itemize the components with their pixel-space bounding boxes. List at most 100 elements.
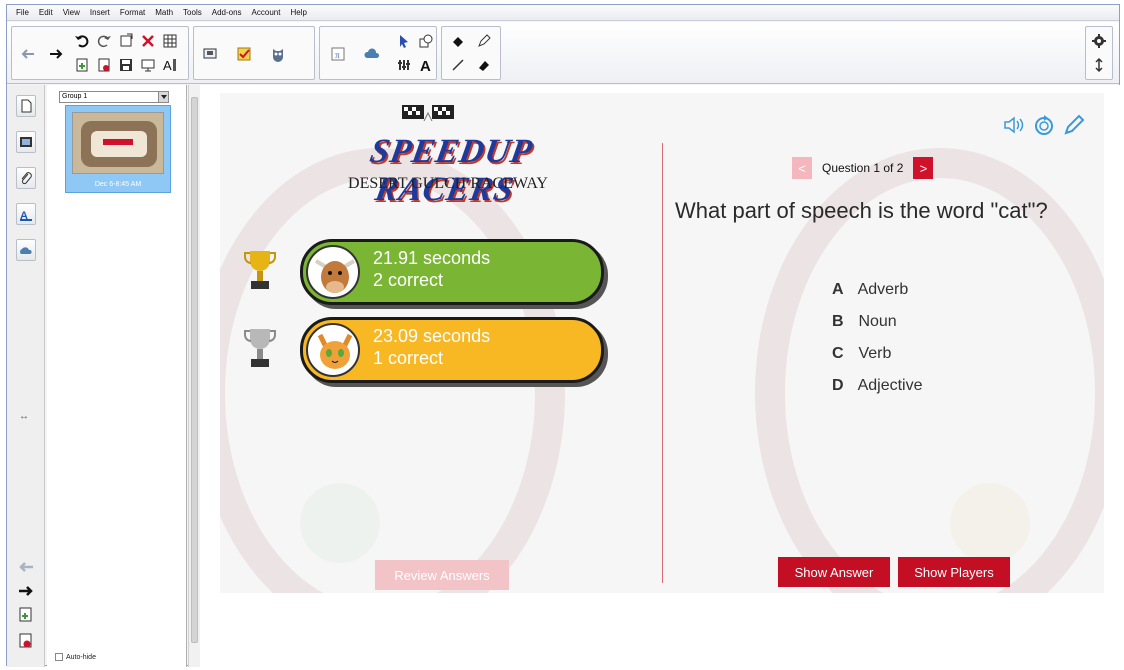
svg-text:π: π bbox=[335, 50, 340, 60]
left-toolbar: A ↔ bbox=[7, 85, 45, 667]
thumbnail-image bbox=[72, 112, 164, 174]
save-icon[interactable] bbox=[116, 55, 136, 75]
page-thumbnail[interactable]: Dec 6-8:45 AM bbox=[65, 105, 171, 193]
question-tools bbox=[1002, 113, 1086, 137]
page-icon[interactable] bbox=[16, 95, 36, 117]
answer-option-a[interactable]: A Adverb bbox=[832, 281, 908, 299]
forward-arrow-icon[interactable] bbox=[46, 44, 66, 64]
question-counter: Question 1 of 2 bbox=[822, 161, 904, 175]
show-answer-button[interactable]: Show Answer bbox=[778, 557, 890, 587]
answer-text: Adjective bbox=[857, 377, 923, 394]
speaker-icon[interactable] bbox=[1002, 113, 1026, 137]
insert-page-icon[interactable] bbox=[72, 55, 92, 75]
show-players-button[interactable]: Show Players bbox=[898, 557, 1010, 587]
toolbar-group-settings bbox=[1085, 26, 1113, 80]
shape-icon[interactable] bbox=[416, 31, 436, 51]
text-icon[interactable]: A bbox=[416, 55, 436, 75]
menu-tools[interactable]: Tools bbox=[178, 5, 207, 21]
toolbar-group-insert bbox=[193, 26, 315, 80]
autohide-checkbox[interactable] bbox=[55, 653, 63, 661]
table-icon[interactable] bbox=[160, 31, 180, 51]
menu-file[interactable]: File bbox=[11, 5, 34, 21]
answer-option-b[interactable]: B Noun bbox=[832, 313, 897, 331]
menu-edit[interactable]: Edit bbox=[34, 5, 58, 21]
svg-text:A: A bbox=[420, 58, 431, 73]
screen-icon[interactable] bbox=[138, 55, 158, 75]
pointer-icon[interactable] bbox=[394, 31, 414, 51]
cat-avatar-icon bbox=[306, 323, 360, 377]
bull-avatar-icon bbox=[306, 245, 360, 299]
checklist-icon[interactable] bbox=[234, 44, 254, 64]
image-icon[interactable] bbox=[16, 131, 36, 153]
left-back-arrow-icon[interactable] bbox=[17, 559, 35, 580]
autohide-label: Auto-hide bbox=[66, 653, 96, 661]
delete-icon[interactable] bbox=[138, 31, 158, 51]
pencil-icon[interactable] bbox=[1062, 113, 1086, 137]
toolbar-group-tools: π A bbox=[319, 26, 437, 80]
menu-addons[interactable]: Add-ons bbox=[207, 5, 247, 21]
menu-math[interactable]: Math bbox=[150, 5, 178, 21]
attachment-icon[interactable] bbox=[16, 167, 36, 189]
pen-icon[interactable] bbox=[474, 31, 494, 51]
equalizer-icon[interactable] bbox=[394, 55, 414, 75]
eraser-icon[interactable] bbox=[474, 55, 494, 75]
new-page-icon[interactable] bbox=[116, 31, 136, 51]
expand-icon[interactable] bbox=[1089, 55, 1109, 75]
resize-arrows-icon[interactable]: ↔ bbox=[19, 411, 29, 422]
menu-help[interactable]: Help bbox=[285, 5, 311, 21]
result-2-time: 23.09 seconds bbox=[373, 326, 491, 346]
app-window: File Edit View Insert Format Math Tools … bbox=[6, 4, 1120, 667]
answer-option-c[interactable]: C Verb bbox=[832, 345, 891, 363]
menu-format[interactable]: Format bbox=[115, 5, 150, 21]
answer-text: Adverb bbox=[857, 281, 909, 298]
menu-account[interactable]: Account bbox=[247, 5, 286, 21]
menu-view[interactable]: View bbox=[58, 5, 85, 21]
autohide-toggle[interactable]: Auto-hide bbox=[55, 653, 96, 661]
thumbnail-time: Dec 6-8:45 AM bbox=[94, 181, 142, 188]
answer-letter: C bbox=[832, 345, 844, 362]
logo-subtitle: DESERT GULCH RACEWAY bbox=[348, 175, 548, 192]
result-1-time: 21.91 seconds bbox=[373, 248, 491, 268]
line-icon[interactable] bbox=[448, 55, 468, 75]
answer-text: Verb bbox=[858, 345, 892, 362]
left-remove-page-icon[interactable] bbox=[19, 633, 33, 654]
answer-option-d[interactable]: D Adjective bbox=[832, 377, 922, 395]
group-select-value: Group 1 bbox=[62, 93, 88, 100]
group-select[interactable]: Group 1 bbox=[59, 91, 169, 103]
remove-page-icon[interactable] bbox=[94, 55, 114, 75]
canvas-area: SPEEDUP RACERS DESERT GULCH RACEWAY 21.9… bbox=[200, 85, 1120, 667]
chevron-down-icon[interactable] bbox=[158, 92, 168, 102]
present-icon[interactable] bbox=[200, 44, 220, 64]
left-insert-page-icon[interactable] bbox=[19, 607, 33, 628]
left-forward-arrow-icon[interactable] bbox=[17, 583, 35, 604]
answer-letter: D bbox=[832, 377, 844, 394]
back-arrow-icon[interactable] bbox=[18, 44, 38, 64]
panel-divider bbox=[662, 143, 663, 583]
result-1-correct: 2 correct bbox=[373, 270, 444, 290]
menu-insert[interactable]: Insert bbox=[85, 5, 115, 21]
settings-icon[interactable] bbox=[1089, 31, 1109, 51]
redo-icon[interactable] bbox=[94, 31, 114, 51]
answer-letter: B bbox=[832, 313, 844, 330]
question-text: What part of speech is the word "cat"? bbox=[675, 198, 1048, 223]
next-question-button[interactable]: > bbox=[913, 157, 934, 179]
question-navigator: < Question 1 of 2 > bbox=[792, 157, 934, 179]
text-tool-icon[interactable]: A bbox=[160, 55, 180, 75]
undo-icon[interactable] bbox=[72, 31, 92, 51]
previous-question-button[interactable]: < bbox=[792, 157, 812, 179]
refresh-icon[interactable] bbox=[1032, 113, 1056, 137]
review-answers-button[interactable]: Review Answers bbox=[375, 560, 509, 590]
owl-icon[interactable] bbox=[268, 44, 288, 64]
fill-icon[interactable] bbox=[448, 31, 468, 51]
scrollbar-thumb[interactable] bbox=[191, 97, 198, 643]
text-layer-icon[interactable]: A bbox=[16, 203, 36, 225]
cloud-icon[interactable] bbox=[362, 44, 382, 64]
cloud-panel-icon[interactable] bbox=[16, 239, 36, 261]
vertical-scrollbar[interactable] bbox=[188, 85, 200, 667]
slide: SPEEDUP RACERS DESERT GULCH RACEWAY 21.9… bbox=[220, 93, 1104, 593]
checkered-flags-icon bbox=[402, 105, 454, 122]
toolbar-group-draw bbox=[441, 26, 501, 80]
group-panel: Group 1 Dec 6-8:45 AM Auto-hide bbox=[47, 85, 187, 667]
math-icon[interactable]: π bbox=[328, 44, 348, 64]
silver-trophy-icon bbox=[244, 329, 276, 367]
